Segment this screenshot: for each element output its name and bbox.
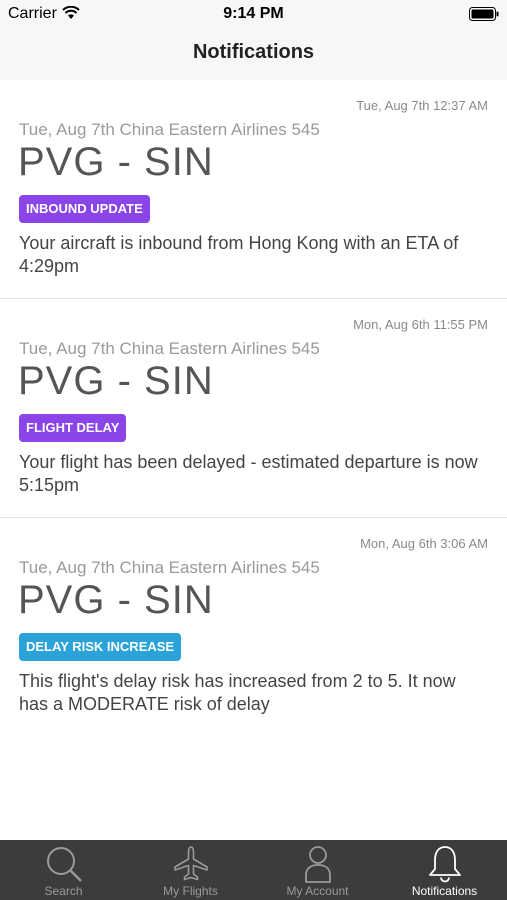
notification-message: Your flight has been delayed - estimated… — [19, 452, 478, 495]
notification-timestamp: Tue, Aug 7th 12:37 AM — [356, 98, 488, 113]
flight-route: PVG - SIN — [18, 140, 214, 184]
tab-my-account[interactable]: My Account — [254, 840, 381, 900]
notification-card[interactable]: Tue, Aug 7th 12:37 AM Tue, Aug 7th China… — [0, 80, 507, 299]
notification-type-badge: DELAY RISK INCREASE — [19, 633, 182, 661]
notification-list: Tue, Aug 7th 12:37 AM Tue, Aug 7th China… — [0, 80, 507, 736]
battery-icon — [469, 7, 499, 26]
person-icon — [305, 846, 331, 883]
notification-type-badge: INBOUND UPDATE — [19, 195, 150, 223]
status-bar: Carrier 9:14 PM — [0, 0, 507, 28]
notification-card[interactable]: Mon, Aug 6th 11:55 PM Tue, Aug 7th China… — [0, 299, 507, 518]
tab-bar: Search My Flights My Account Notificatio… — [0, 840, 507, 900]
notification-timestamp: Mon, Aug 6th 11:55 PM — [353, 317, 488, 332]
flight-info: Tue, Aug 7th China Eastern Airlines 545 — [19, 558, 320, 577]
navigation-bar: Notifications — [0, 28, 507, 80]
tab-notifications[interactable]: Notifications — [381, 840, 507, 900]
tab-label: My Account — [286, 884, 349, 898]
tab-label: Search — [44, 884, 83, 898]
flight-info: Tue, Aug 7th China Eastern Airlines 545 — [19, 339, 320, 358]
tab-my-flights[interactable]: My Flights — [127, 840, 254, 900]
bell-icon — [429, 846, 461, 883]
flight-route: PVG - SIN — [18, 359, 214, 403]
notification-card[interactable]: Mon, Aug 6th 3:06 AM Tue, Aug 7th China … — [0, 518, 507, 736]
notification-message: Your aircraft is inbound from Hong Kong … — [19, 233, 459, 276]
tab-label: Notifications — [411, 884, 478, 898]
notification-timestamp: Mon, Aug 6th 3:06 AM — [360, 536, 488, 551]
notification-type-badge: FLIGHT DELAY — [19, 414, 127, 442]
flight-info: Tue, Aug 7th China Eastern Airlines 545 — [19, 120, 320, 139]
page-title: Notifications — [192, 41, 315, 63]
status-time: 9:14 PM — [223, 5, 284, 22]
notification-message: This flight's delay risk has increased f… — [19, 671, 456, 714]
tab-search[interactable]: Search — [0, 840, 127, 900]
tab-label: My Flights — [163, 884, 218, 898]
flight-route: PVG - SIN — [18, 578, 214, 622]
search-icon — [47, 847, 82, 882]
airplane-icon — [174, 846, 208, 881]
